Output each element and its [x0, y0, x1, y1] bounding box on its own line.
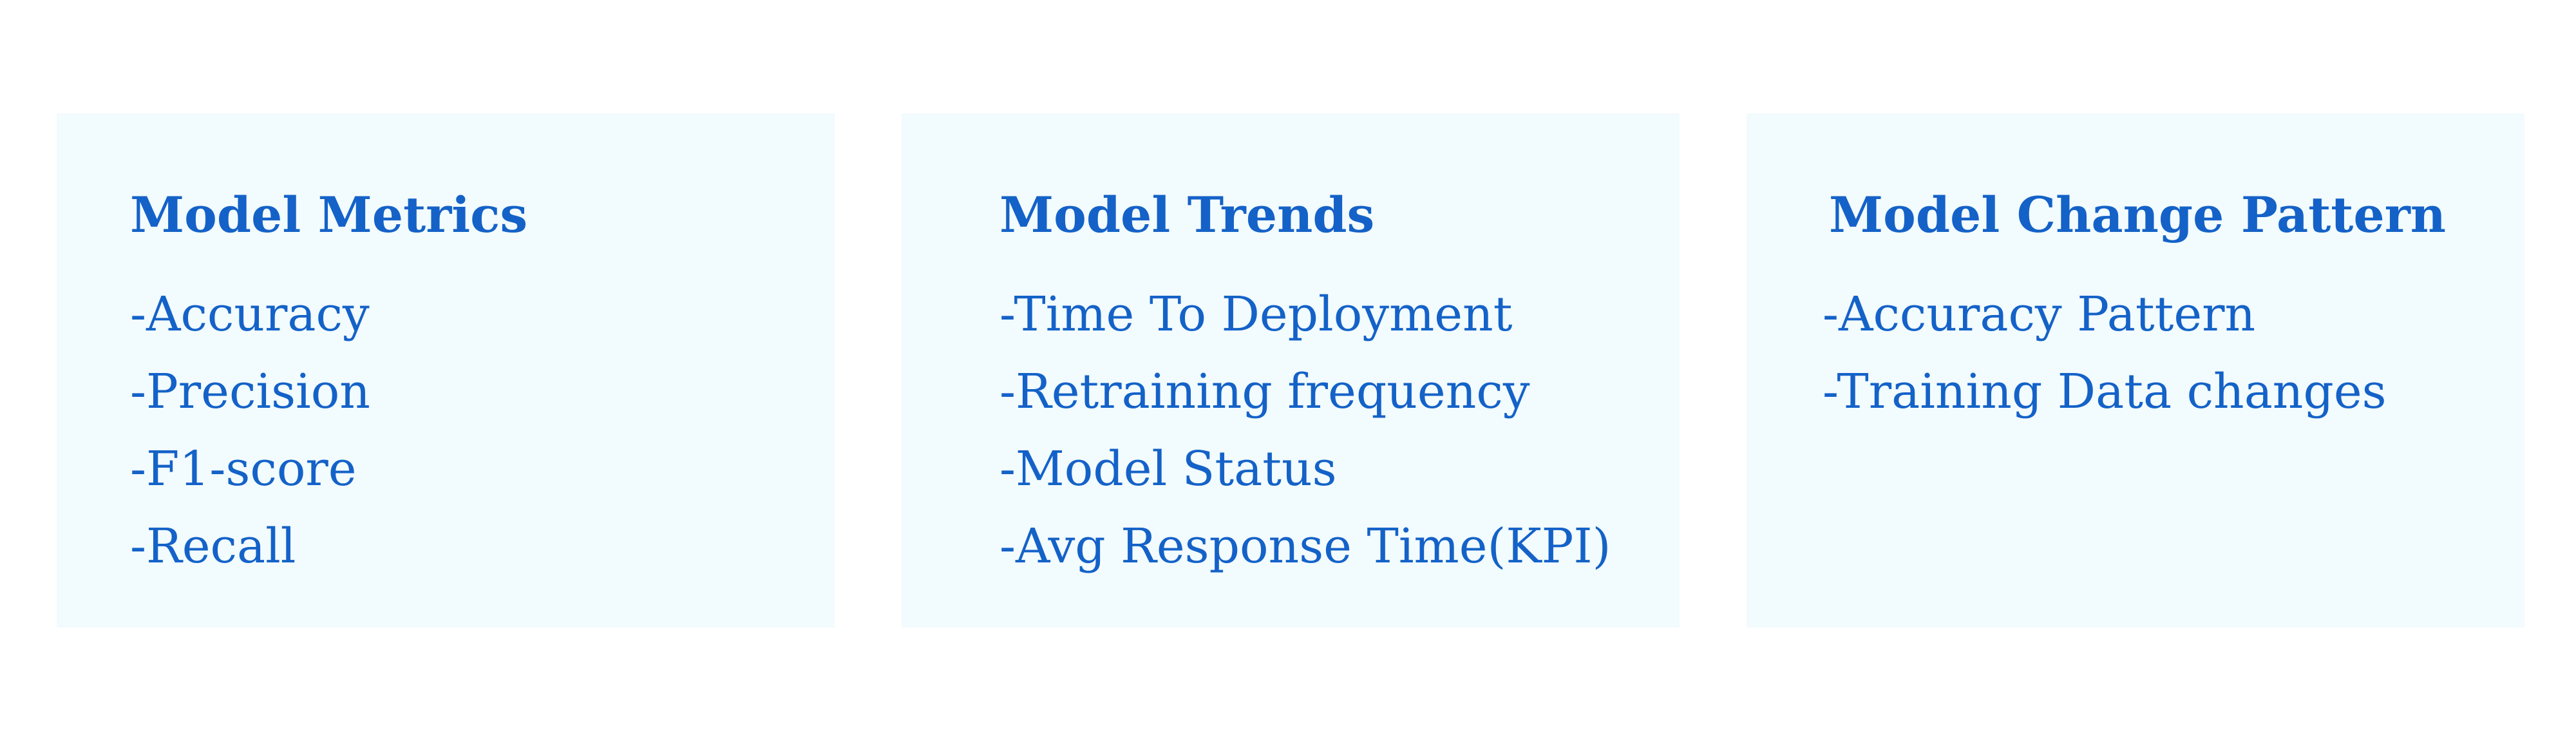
- metrics-list: -Accuracy -Precision -F1-score -Recall: [130, 276, 370, 585]
- list-item: -Model Status: [999, 441, 1337, 497]
- list-item: -Accuracy: [130, 287, 370, 342]
- card-title: Model Metrics: [130, 186, 528, 244]
- list-item: -F1-score: [130, 441, 357, 497]
- card-title: Model Trends: [999, 186, 1375, 244]
- list-item: -Retraining frequency: [999, 364, 1530, 419]
- list-item: -Accuracy Pattern: [1823, 287, 2256, 342]
- card-title: Model Change Pattern: [1829, 186, 2447, 244]
- list-item: -Time To Deployment: [999, 287, 1513, 342]
- change-pattern-list: -Accuracy Pattern -Training Data changes: [1823, 276, 2387, 430]
- list-item: -Avg Response Time(KPI): [999, 519, 1611, 574]
- model-trends-card: Model Trends -Time To Deployment -Retrai…: [902, 113, 1680, 627]
- list-item: -Recall: [130, 519, 296, 574]
- model-change-pattern-card: Model Change Pattern -Accuracy Pattern -…: [1747, 113, 2524, 627]
- trends-list: -Time To Deployment -Retraining frequenc…: [999, 276, 1611, 585]
- list-item: -Training Data changes: [1823, 364, 2387, 419]
- model-metrics-card: Model Metrics -Accuracy -Precision -F1-s…: [57, 113, 835, 627]
- list-item: -Precision: [130, 364, 370, 419]
